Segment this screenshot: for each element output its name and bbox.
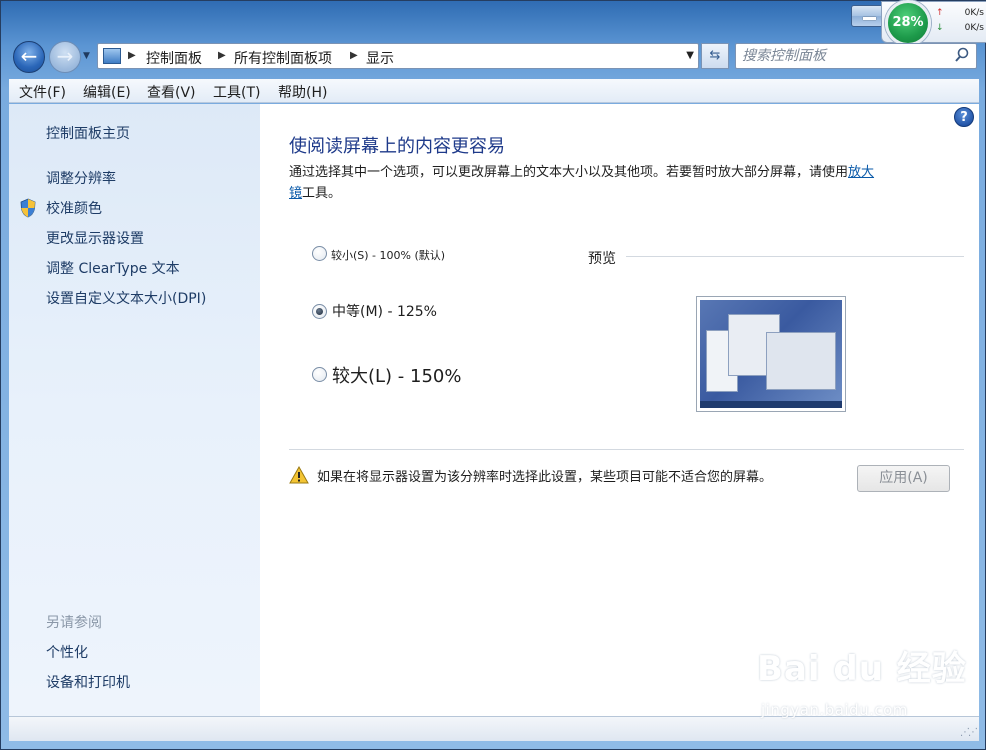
uac-shield-icon: [20, 198, 36, 218]
recent-pages-dropdown-icon[interactable]: ▼: [83, 51, 90, 61]
breadcrumb-arrow-icon[interactable]: ▶: [128, 50, 136, 61]
sidebar-link-display-settings[interactable]: 更改显示器设置: [46, 228, 144, 248]
breadcrumb-control-panel[interactable]: 控制面板: [146, 48, 202, 68]
menu-tools[interactable]: 工具(T): [213, 82, 260, 102]
main-content: ? 使阅读屏幕上的内容更容易 通过选择其中一个选项，可以更改屏幕上的文本大小以及…: [260, 104, 979, 716]
resize-grip-icon[interactable]: ⋰⋰: [960, 727, 978, 738]
help-icon[interactable]: ?: [954, 107, 974, 127]
magnifier-link[interactable]: 放大: [848, 165, 874, 180]
warning-icon: [289, 466, 309, 484]
radio-larger[interactable]: [312, 367, 327, 382]
cpu-usage-indicator: 28%: [885, 0, 931, 46]
breadcrumb-arrow-icon[interactable]: ▶: [218, 50, 226, 61]
back-arrow-icon: ←: [20, 44, 38, 68]
menu-help[interactable]: 帮助(H): [278, 82, 327, 102]
back-button[interactable]: ←: [13, 41, 45, 73]
forward-button[interactable]: →: [49, 41, 81, 73]
sidebar-link-personalize[interactable]: 个性化: [46, 642, 88, 662]
warning-text: 如果在将显示器设置为该分辨率时选择此设置，某些项目可能不适合您的屏幕。: [317, 470, 773, 485]
upload-speed: ↑ 0K/s: [936, 8, 984, 18]
sidebar-link-resolution[interactable]: 调整分辨率: [46, 168, 116, 188]
up-arrow-icon: ↑: [936, 8, 944, 18]
search-icon[interactable]: [955, 47, 969, 65]
refresh-icon: ⇆: [709, 48, 721, 63]
sidebar-link-devices-printers[interactable]: 设备和打印机: [46, 672, 130, 692]
preview-divider: [626, 256, 964, 257]
breadcrumb-display[interactable]: 显示: [366, 48, 394, 68]
menu-view[interactable]: 查看(V): [147, 82, 196, 102]
preview-desktop: [700, 300, 842, 408]
magnifier-link[interactable]: 镜: [289, 186, 302, 201]
search-input[interactable]: [742, 47, 942, 65]
control-panel-window: 28% ↑ 0K/s ↓ 0K/s ← → ▼ ▶ 控制面板 ▶ 所有控制面板项…: [0, 0, 986, 750]
address-dropdown-icon[interactable]: ▼: [686, 50, 694, 61]
preview-taskbar: [700, 401, 842, 408]
network-monitor-widget: 28% ↑ 0K/s ↓ 0K/s: [881, 0, 986, 46]
refresh-button[interactable]: ⇆: [701, 43, 729, 69]
radio-smaller[interactable]: [312, 246, 327, 261]
baidu-watermark: Bai du 经验 jingyan.baidu.com: [757, 649, 967, 719]
content-divider: [289, 449, 964, 450]
radio-medium[interactable]: [312, 304, 327, 319]
breadcrumb-all-items[interactable]: 所有控制面板项: [234, 48, 332, 68]
sidebar-link-calibrate-color[interactable]: 校准颜色: [46, 198, 102, 218]
sidebar-link-cleartype[interactable]: 调整 ClearType 文本: [46, 258, 180, 278]
download-speed: ↓ 0K/s: [936, 23, 984, 33]
sidebar-link-custom-dpi[interactable]: 设置自定义文本大小(DPI): [46, 288, 206, 308]
preview-window: [766, 332, 836, 390]
breadcrumb-arrow-icon[interactable]: ▶: [350, 50, 358, 61]
down-arrow-icon: ↓: [936, 23, 944, 33]
sidebar: 控制面板主页 调整分辨率 校准颜色 更改显示器设置 调整 ClearType 文…: [9, 104, 260, 716]
address-bar[interactable]: ▶ 控制面板 ▶ 所有控制面板项 ▶ 显示 ▼: [97, 43, 699, 69]
search-box[interactable]: [735, 43, 977, 69]
page-description: 通过选择其中一个选项，可以更改屏幕上的文本大小以及其他项。若要暂时放大部分屏幕，…: [289, 165, 875, 201]
see-also-heading: 另请参阅: [46, 615, 102, 631]
menu-file[interactable]: 文件(F): [19, 82, 66, 102]
sidebar-link-home[interactable]: 控制面板主页: [46, 123, 130, 143]
menu-bar: 文件(F) 编辑(E) 查看(V) 工具(T) 帮助(H): [9, 79, 979, 103]
option-label-medium[interactable]: 中等(M) - 125%: [332, 301, 437, 321]
apply-button[interactable]: 应用(A): [857, 465, 950, 492]
preview-label: 预览: [588, 251, 616, 267]
option-label-larger[interactable]: 较大(L) - 150%: [332, 362, 461, 388]
menu-edit[interactable]: 编辑(E): [83, 82, 131, 102]
option-label-smaller[interactable]: 较小(S) - 100% (默认): [331, 247, 445, 263]
preview-thumbnail: [696, 296, 846, 412]
forward-arrow-icon: →: [56, 44, 74, 68]
status-bar: ⋰⋰: [9, 716, 979, 741]
page-title: 使阅读屏幕上的内容更容易: [289, 136, 505, 157]
control-panel-icon: [103, 48, 121, 64]
